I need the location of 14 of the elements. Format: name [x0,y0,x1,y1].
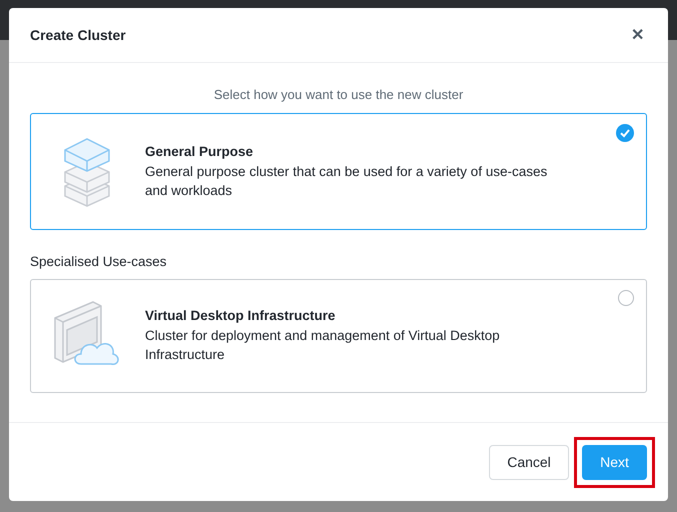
check-icon[interactable] [616,124,634,142]
option-title: General Purpose [145,144,254,158]
close-button[interactable]: ✕ [627,25,648,45]
section-heading: Specialised Use-cases [30,254,168,269]
instruction-text: Select how you want to use the new cluster [212,87,464,102]
server-stack-icon [63,136,111,208]
dialog-title: Create Cluster [30,27,126,43]
option-card[interactable]: Virtual Desktop Infrastructure Cluster for deployment and management of Virtual Desktop Infrastructure [30,279,647,393]
option-title: Virtual Desktop Infrastructure [145,308,336,323]
radio-button[interactable] [618,290,634,306]
option-description: General purpose cluster that can be used for a variety of use-cases and workloads [145,162,548,200]
option-description: Cluster for deployment and management of Virtual Desktop Infrastructure [145,327,501,364]
option-card[interactable]: General Purpose General purpose cluster that can be used for a variety of use-cases and workloads [30,113,647,230]
cancel-button[interactable]: Cancel [489,444,569,480]
